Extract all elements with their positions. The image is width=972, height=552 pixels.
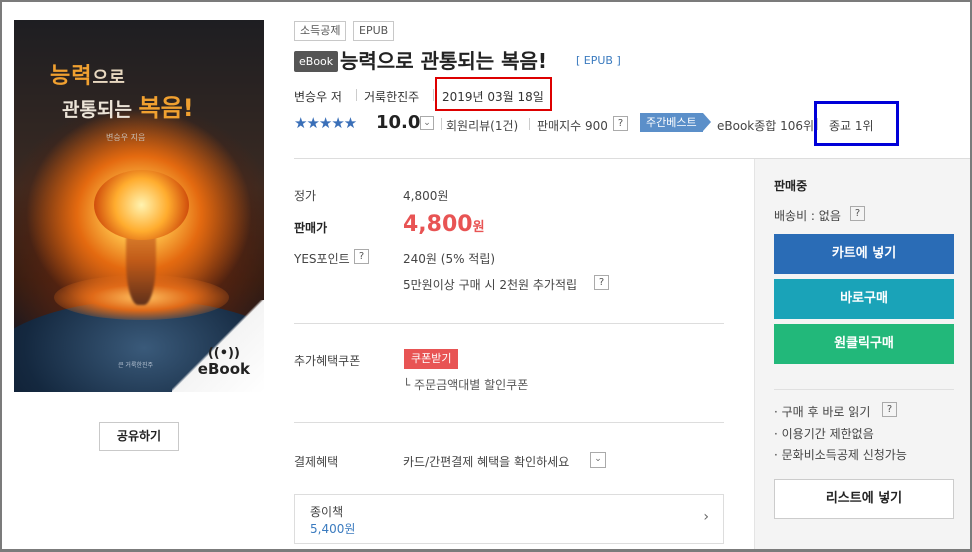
tag-tax-deduction: 소득공제 [294,21,347,41]
add-to-cart-button[interactable]: 카트에 넣기 [774,234,954,274]
help-icon[interactable]: ? [594,275,609,290]
divider [433,89,434,101]
member-reviews-link[interactable]: 회원리뷰(1건) [446,117,518,134]
one-click-buy-button[interactable]: 원클릭구매 [774,324,954,364]
divider [294,422,724,423]
cover-author: 변승우 지음 [106,133,146,142]
tag-epub: EPUB [353,21,395,41]
ebook-badge: eBook [294,51,339,72]
rating-score: 10.0 [376,112,421,133]
chevron-down-icon[interactable]: ⌄ [420,116,434,130]
divider [529,118,530,130]
points-value: 240원 (5% 적립) [403,252,496,266]
rank-highlight-box [814,101,899,146]
chevron-right-icon: › [703,509,709,525]
points-extra: 5만원이상 구매 시 2천원 추가적립 [403,278,578,292]
cover-title-line1: 능력으로 [50,64,126,89]
list-price-value: 4,800원 [403,189,449,203]
shipping-fee: 배송비 : 없음 [774,209,841,223]
sale-price-label: 판매가 [294,221,328,235]
note-read-after-purchase: · 구매 후 바로 읽기 [774,405,871,419]
publisher-link[interactable]: 거룩한진주 [364,88,419,105]
divider [774,389,954,390]
divider [356,89,357,101]
wifi-icon: ((•)) [207,346,240,361]
divider [294,323,724,324]
add-to-list-button[interactable]: 리스트에 넣기 [774,479,954,519]
page-title: 능력으로 관통되는 복음! [340,49,548,73]
payment-benefit-text: 카드/간편결제 혜택을 확인하세요 [403,455,570,469]
cover-mushroom-cloud [94,170,189,240]
sale-price-value: 4,800원 [403,212,485,237]
help-icon[interactable]: ? [882,402,897,417]
points-label: YES포인트 [294,252,350,266]
star-rating-icon: ★★★★★ [294,114,357,132]
rank-ebook-total[interactable]: eBook종합 106위 [717,117,814,134]
help-icon[interactable]: ? [354,249,369,264]
get-coupon-button[interactable]: 쿠폰받기 [404,349,459,369]
buy-now-button[interactable]: 바로구매 [774,279,954,319]
help-icon[interactable]: ? [850,206,865,221]
weekly-best-badge: 주간베스트 [640,113,711,132]
date-highlight-box [435,77,552,111]
note-culture-deduction: · 문화비소득공제 신청가능 [774,448,907,462]
share-button[interactable]: 공유하기 [99,422,179,451]
sales-index: 판매지수 900 [537,119,608,133]
list-price-label: 정가 [294,189,317,203]
divider [441,118,442,130]
paper-book-price: 5,400원 [310,522,356,536]
cover-publisher: 큰 거룩한진주 [118,362,154,369]
coupon-note[interactable]: └ 주문금액대별 할인쿠폰 [403,376,528,393]
cover-title-line2: 관통되는 복음! [62,94,194,122]
payment-benefit-label: 결제혜택 [294,455,339,469]
cover-ebook-badge: ((•)) eBook [197,346,250,378]
chevron-down-icon[interactable]: ⌄ [590,452,606,468]
paper-book-box[interactable]: 종이책 5,400원 › [294,494,724,544]
paper-book-label: 종이책 [310,505,344,519]
help-icon[interactable]: ? [613,116,628,131]
note-no-period-limit: · 이용기간 제한없음 [774,427,874,441]
coupon-label: 추가혜택쿠폰 [294,354,361,368]
format-label[interactable]: [ EPUB ] [576,54,621,67]
book-cover-image[interactable]: 능력으로 관통되는 복음! 변승우 지음 큰 거룩한진주 ((•)) eBook [14,20,264,392]
sale-status: 판매중 [774,179,808,193]
author-link[interactable]: 변승우 저 [294,88,342,105]
